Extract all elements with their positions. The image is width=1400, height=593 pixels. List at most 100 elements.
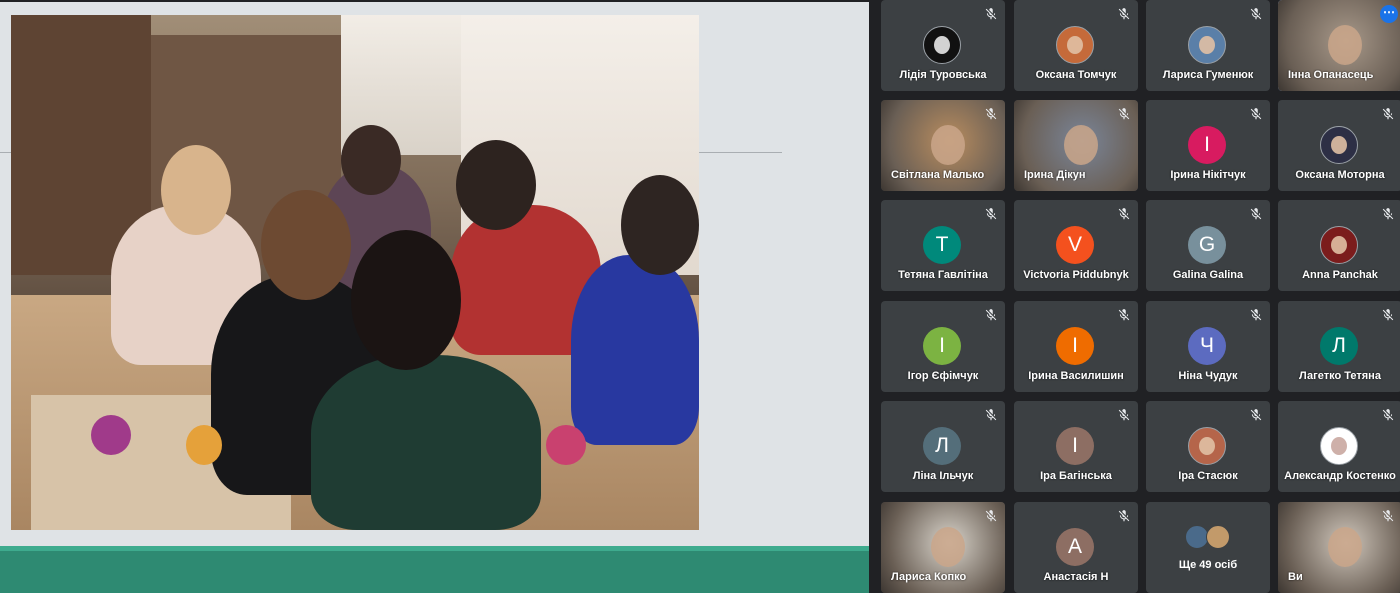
avatar: І bbox=[1056, 427, 1094, 465]
participant-tile[interactable]: А Анастасія Н bbox=[1014, 502, 1138, 593]
participant-tile[interactable]: Лариса Гуменюк bbox=[1146, 0, 1270, 91]
participant-name: Інна Опанасець bbox=[1288, 69, 1374, 81]
more-participants-label: Ще 49 осіб bbox=[1178, 559, 1238, 571]
mic-off-icon bbox=[1117, 408, 1131, 422]
participant-tile[interactable]: І Ірина Нікітчук bbox=[1146, 100, 1270, 191]
participant-tile[interactable]: Александр Костенко bbox=[1278, 401, 1400, 492]
avatar bbox=[1188, 427, 1226, 465]
mic-off-icon bbox=[1249, 107, 1263, 121]
avatar-photo bbox=[1331, 236, 1347, 254]
mic-off-icon bbox=[984, 207, 998, 221]
participant-face bbox=[930, 527, 965, 568]
mic-off-icon bbox=[1117, 107, 1131, 121]
avatar bbox=[1206, 525, 1230, 549]
mic-off-icon bbox=[1381, 308, 1395, 322]
more-options-icon[interactable]: ⋯ bbox=[1380, 5, 1398, 23]
participant-tile[interactable]: Лідія Туровська bbox=[881, 0, 1005, 91]
avatar: Л bbox=[923, 427, 961, 465]
participant-tile[interactable]: Світлана Малько bbox=[881, 100, 1005, 191]
participant-name: Лагетко Тетяна bbox=[1299, 370, 1381, 382]
mic-off-icon bbox=[984, 408, 998, 422]
mic-off-icon bbox=[1117, 308, 1131, 322]
avatar: V bbox=[1056, 226, 1094, 264]
participant-grid: Лідія Туровська Оксана Томчук Лариса Гумен… bbox=[881, 0, 1400, 593]
participant-name: Victvoria Piddubnyk bbox=[1023, 269, 1129, 281]
avatar: І bbox=[1188, 126, 1226, 164]
participant-name: Лідія Туровська bbox=[899, 69, 987, 81]
participant-name: Ірина Дікун bbox=[1024, 169, 1086, 181]
participant-name: Тетяна Гавлітіна bbox=[898, 269, 988, 281]
participant-face bbox=[1327, 527, 1362, 568]
participant-name: Ніна Чудук bbox=[1178, 370, 1238, 382]
participant-tile[interactable]: Л Лагетко Тетяна bbox=[1278, 301, 1400, 392]
participant-tile[interactable]: Ірина Дікун bbox=[1014, 100, 1138, 191]
slide-footer-band bbox=[0, 551, 869, 593]
participant-name: Лариса Копко bbox=[891, 571, 967, 583]
avatar: І bbox=[923, 327, 961, 365]
participant-tile[interactable]: І Ірина Василишин bbox=[1014, 301, 1138, 392]
avatar: Л bbox=[1320, 327, 1358, 365]
participant-tile[interactable]: Оксана Томчук bbox=[1014, 0, 1138, 91]
participant-name: Ірина Василишин bbox=[1028, 370, 1124, 382]
avatar-photo bbox=[1067, 36, 1083, 54]
mic-off-icon bbox=[1249, 207, 1263, 221]
mic-off-icon bbox=[1117, 7, 1131, 21]
mic-off-icon bbox=[984, 107, 998, 121]
participant-name: Оксана Моторна bbox=[1295, 169, 1385, 181]
participant-name: Іра Стасюк bbox=[1178, 470, 1238, 482]
participant-tile[interactable]: Anna Panchak bbox=[1278, 200, 1400, 291]
avatar bbox=[923, 26, 961, 64]
participant-tile[interactable]: G Galina Galina bbox=[1146, 200, 1270, 291]
participant-name: Ірина Нікітчук bbox=[1170, 169, 1246, 181]
mic-off-icon bbox=[1249, 408, 1263, 422]
slide-video-classroom bbox=[11, 15, 699, 530]
participant-name: Ігор Єфімчук bbox=[907, 370, 979, 382]
participant-tile[interactable]: ⋯ Інна Опанасець bbox=[1278, 0, 1400, 91]
participant-name: Galina Galina bbox=[1172, 269, 1244, 281]
participant-name: Ви bbox=[1288, 571, 1303, 583]
avatar: І bbox=[1056, 327, 1094, 365]
mic-off-icon bbox=[1117, 207, 1131, 221]
mic-off-icon bbox=[1381, 509, 1395, 523]
participant-name: Александр Костенко bbox=[1284, 470, 1396, 482]
participant-face bbox=[1063, 125, 1098, 166]
participant-tile[interactable]: Іра Стасюк bbox=[1146, 401, 1270, 492]
participant-face bbox=[930, 125, 965, 166]
presentation-area bbox=[0, 0, 869, 593]
mic-off-icon bbox=[1381, 207, 1395, 221]
avatar: G bbox=[1188, 226, 1226, 264]
mic-off-icon bbox=[1381, 107, 1395, 121]
participant-tile[interactable]: Оксана Моторна bbox=[1278, 100, 1400, 191]
more-participants-avatars bbox=[1185, 525, 1233, 549]
avatar: Ч bbox=[1188, 327, 1226, 365]
avatar: А bbox=[1056, 528, 1094, 566]
avatar bbox=[1056, 26, 1094, 64]
participant-tile[interactable]: V Victvoria Piddubnyk bbox=[1014, 200, 1138, 291]
mic-off-icon bbox=[1249, 7, 1263, 21]
participant-tile[interactable]: І Іра Багінська bbox=[1014, 401, 1138, 492]
avatar-photo bbox=[1331, 136, 1347, 154]
avatar-photo bbox=[1199, 36, 1215, 54]
slide-divider-right bbox=[699, 152, 782, 153]
participant-name: Анастасія Н bbox=[1043, 571, 1109, 583]
participant-tile[interactable]: Ви bbox=[1278, 502, 1400, 593]
participant-face bbox=[1327, 25, 1362, 66]
avatar-photo bbox=[1199, 437, 1215, 455]
participant-name: Anna Panchak bbox=[1302, 269, 1378, 281]
avatar: Т bbox=[923, 226, 961, 264]
avatar bbox=[1320, 427, 1358, 465]
more-participants-tile[interactable]: Ще 49 осіб bbox=[1146, 502, 1270, 593]
participant-tile[interactable]: Т Тетяна Гавлітіна bbox=[881, 200, 1005, 291]
shared-slide bbox=[0, 2, 869, 593]
mic-off-icon bbox=[984, 308, 998, 322]
avatar bbox=[1320, 226, 1358, 264]
participant-name: Іра Багінська bbox=[1040, 470, 1112, 482]
participant-tile[interactable]: Л Ліна Ільчук bbox=[881, 401, 1005, 492]
participant-tile[interactable]: Лариса Копко bbox=[881, 502, 1005, 593]
participant-name: Ліна Ільчук bbox=[912, 470, 974, 482]
participant-name: Лариса Гуменюк bbox=[1162, 69, 1254, 81]
mic-off-icon bbox=[1381, 408, 1395, 422]
participant-name: Світлана Малько bbox=[891, 169, 985, 181]
participant-tile[interactable]: Ч Ніна Чудук bbox=[1146, 301, 1270, 392]
participant-tile[interactable]: І Ігор Єфімчук bbox=[881, 301, 1005, 392]
